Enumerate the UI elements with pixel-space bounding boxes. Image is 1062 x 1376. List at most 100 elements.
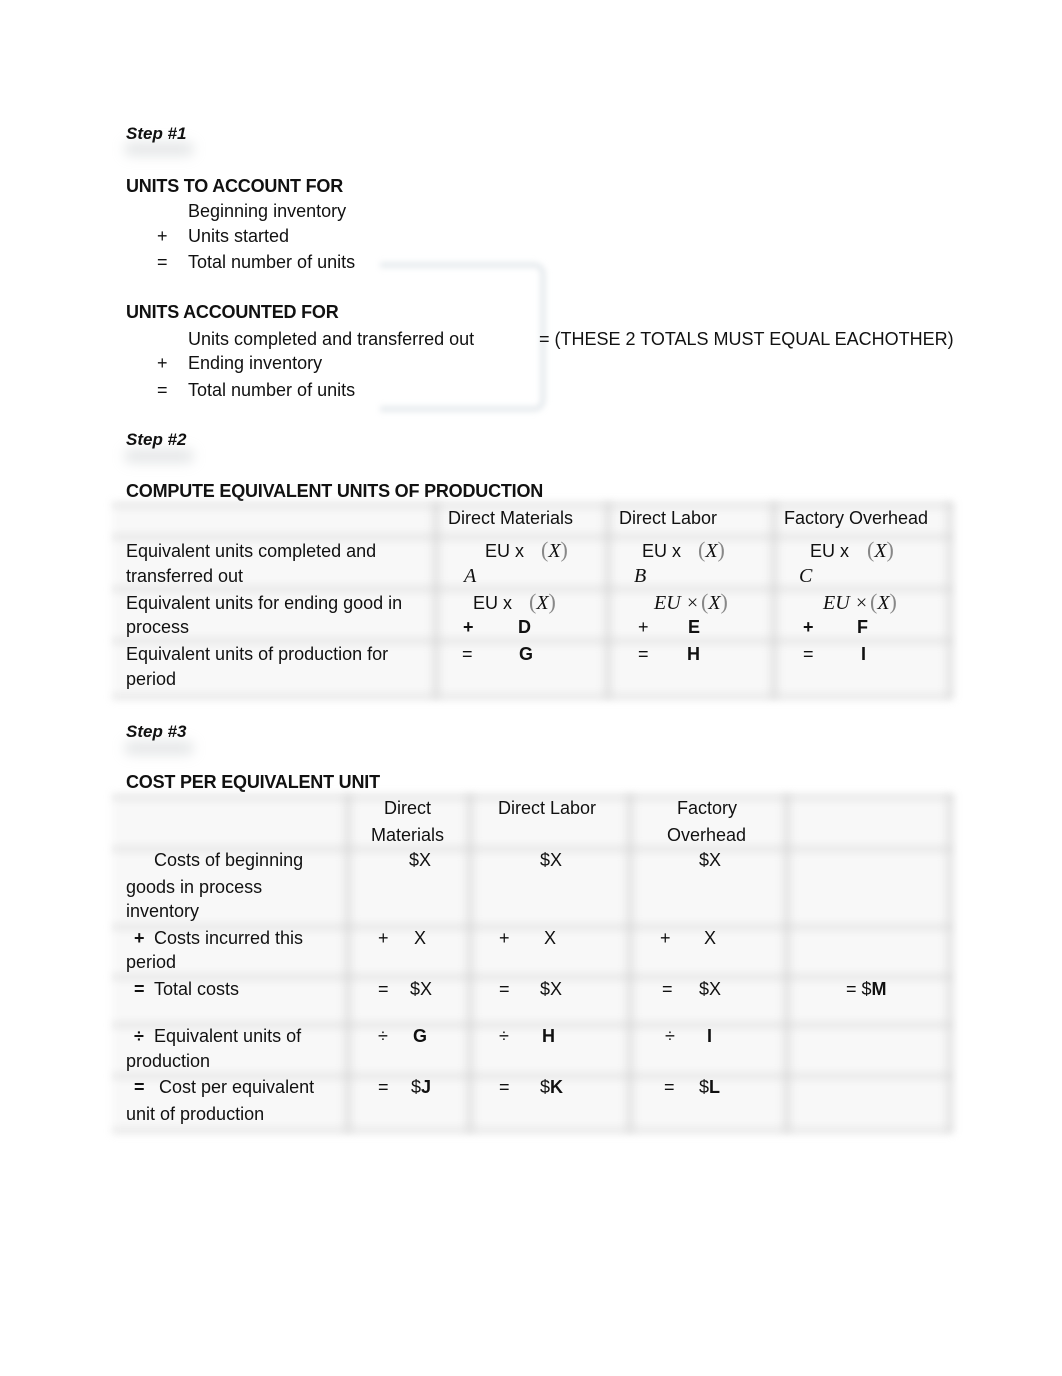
op-equals: =	[378, 1077, 389, 1097]
var-h: H	[542, 1026, 555, 1046]
dollar-sign: $	[540, 1077, 551, 1097]
paren-expression: (X)	[698, 537, 725, 562]
cell-value: $X	[410, 979, 433, 999]
cell-value: $X	[409, 850, 432, 870]
cell-value: X	[704, 928, 717, 948]
grid-line	[783, 794, 791, 1132]
paren-expression: (X)	[701, 589, 728, 614]
row-label: process	[126, 617, 190, 637]
var-f: F	[857, 617, 868, 637]
cell-value: $L	[699, 1078, 720, 1096]
op-plus: +	[378, 928, 389, 948]
var-k: K	[550, 1077, 564, 1097]
beginning-inventory-line: Beginning inventory	[188, 201, 347, 221]
paren-expression: (X)	[529, 589, 556, 614]
var-d: D	[518, 617, 531, 637]
cell-value: X	[544, 928, 557, 948]
col-header-factory-overhead: Factory Overhead	[784, 508, 929, 528]
step2-label: Step #2	[126, 430, 187, 449]
op-equals: =	[638, 644, 649, 664]
row-label: Equivalent units of production for	[126, 644, 389, 664]
var-j: J	[421, 1077, 432, 1097]
cost-per-unit-heading: COST PER EQUIVALENT UNIT	[126, 772, 380, 792]
cell-value: $K	[540, 1078, 563, 1096]
cell-value: $X	[540, 979, 563, 999]
ending-inventory-line: Ending inventory	[188, 353, 323, 373]
eu-formula: EU ×	[823, 592, 869, 614]
op-plus: +	[134, 928, 145, 948]
eu-formula: EU x	[810, 541, 850, 561]
units-to-account-heading: UNITS TO ACCOUNT FOR	[126, 176, 343, 196]
op-equals: =	[499, 1077, 510, 1097]
grid-line	[604, 502, 612, 698]
equivalent-units-heading: COMPUTE EQUIVALENT UNITS OF PRODUCTION	[126, 481, 544, 501]
total-units-line: Total number of units	[188, 380, 356, 400]
op-divide: ÷	[665, 1026, 675, 1046]
var-l: L	[709, 1077, 721, 1097]
var-b: B	[634, 565, 647, 587]
row-label: Cost per equivalent	[159, 1077, 315, 1097]
op-equals: =	[803, 644, 814, 664]
op-equals: =	[664, 1077, 675, 1097]
paren-value: X	[874, 540, 887, 562]
grid-line	[626, 794, 634, 1132]
paren-value: X	[877, 592, 890, 614]
op-divide: ÷	[134, 1026, 144, 1046]
op-plus: +	[499, 928, 510, 948]
op-equals: =	[134, 979, 145, 999]
op-divide: ÷	[499, 1026, 509, 1046]
row-label: Equivalent units for ending good in	[126, 593, 403, 613]
var-m: M	[871, 979, 887, 999]
col-header-direct-materials: Direct Materials	[448, 508, 574, 528]
row-label: Costs incurred this	[154, 928, 304, 948]
eu-formula: EU x	[642, 541, 682, 561]
grand-total: = $M	[846, 980, 887, 998]
col-header-direct-labor: Direct Labor	[498, 798, 597, 818]
eu-formula: EU x	[473, 593, 513, 613]
row-label: Equivalent units completed and	[126, 541, 377, 561]
cell-value: X	[414, 928, 427, 948]
grid-line	[432, 502, 440, 698]
grid-line	[946, 794, 954, 1132]
eu-formula: EU ×	[654, 592, 700, 614]
step-label-shadow	[124, 142, 194, 156]
paren-expression: (X)	[867, 537, 894, 562]
var-c: C	[799, 565, 813, 587]
op-equals: =	[157, 380, 168, 400]
grid-line	[112, 694, 952, 700]
grid-line	[112, 1128, 952, 1134]
grand-total-prefix: = $	[846, 979, 872, 999]
col-header-factory-overhead: Factory	[677, 798, 738, 818]
op-equals: =	[499, 979, 510, 999]
col-header-direct-materials: Materials	[371, 825, 445, 845]
paren-expression: (X)	[870, 589, 897, 614]
var-i: I	[707, 1026, 713, 1046]
cell-value: $X	[699, 979, 722, 999]
op-plus: +	[660, 928, 671, 948]
grid-line	[112, 534, 952, 540]
var-g: G	[413, 1026, 428, 1046]
row-label: Total costs	[154, 979, 240, 999]
cell-value: $J	[411, 1078, 431, 1096]
grid-line	[466, 794, 474, 1132]
op-equals: =	[662, 979, 673, 999]
step-label-shadow	[124, 741, 194, 755]
grid-line	[344, 794, 352, 1132]
cell-value: $X	[540, 850, 563, 870]
row-label: transferred out	[126, 566, 244, 586]
paren-value: X	[708, 592, 721, 614]
var-g: G	[519, 644, 534, 664]
units-started-line: Units started	[188, 226, 290, 246]
op-equals: =	[157, 252, 168, 272]
op-plus: +	[157, 226, 168, 246]
var-i: I	[861, 644, 867, 664]
step-label-shadow	[124, 449, 194, 463]
row-label: goods in process	[126, 877, 263, 897]
paren-value: X	[705, 540, 718, 562]
cell-value: $X	[699, 850, 722, 870]
var-a: A	[464, 565, 477, 587]
var-h: H	[687, 644, 700, 664]
op-equals: =	[462, 644, 473, 664]
grid-line	[770, 502, 778, 698]
units-completed-line: Units completed and transferred out	[188, 329, 475, 349]
